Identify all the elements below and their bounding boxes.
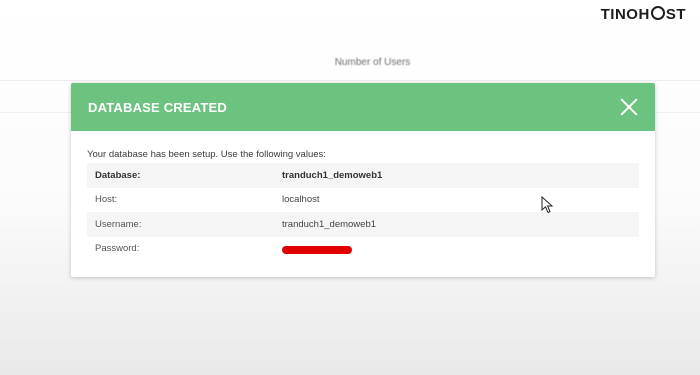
- database-row: Database: tranduch1_demoweb1: [87, 163, 639, 188]
- database-value: tranduch1_demoweb1: [282, 169, 383, 181]
- background-column-title: Number of Users: [334, 57, 411, 68]
- host-label: Host:: [95, 194, 118, 206]
- username-row: Username: tranduch1_demoweb1: [87, 212, 639, 237]
- modal-body: Your database has been setup. Use the fo…: [71, 131, 655, 261]
- brand-logo: TINOH ST: [601, 6, 686, 23]
- brand-logo-text-st: ST: [665, 6, 686, 23]
- database-label: Database:: [95, 169, 141, 181]
- username-label: Username:: [95, 218, 142, 230]
- brand-logo-text: TINO: [600, 6, 639, 23]
- host-value: localhost: [282, 194, 320, 206]
- mouse-pointer-icon: [541, 196, 554, 214]
- logo-ring-icon: [650, 6, 665, 20]
- password-label: Password:: [95, 243, 140, 255]
- modal-intro-text: Your database has been setup. Use the fo…: [87, 149, 326, 160]
- host-row: Host: localhost: [87, 188, 639, 213]
- password-row: Password:: [87, 237, 639, 262]
- modal-header: DATABASE CREATED: [71, 83, 655, 131]
- username-value: tranduch1_demoweb1: [282, 218, 377, 230]
- modal-title: DATABASE CREATED: [88, 99, 227, 115]
- close-icon[interactable]: [619, 97, 639, 117]
- background-table-rule: [0, 80, 700, 81]
- password-redaction-mark: [282, 246, 352, 255]
- database-created-modal: DATABASE CREATED Your database has been …: [71, 83, 655, 277]
- brand-logo-text-h: H: [638, 6, 650, 23]
